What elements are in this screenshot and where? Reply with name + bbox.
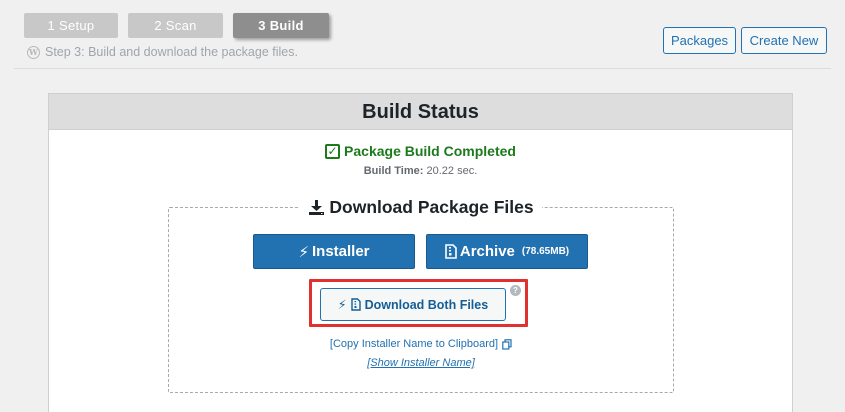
archive-size: (78.65MB) (521, 246, 570, 257)
copy-installer-name-link[interactable]: [Copy Installer Name to Clipboard] (169, 338, 673, 350)
copy-installer-name-text: [Copy Installer Name to Clipboard] (329, 338, 499, 350)
download-legend-text: Download Package Files (329, 197, 534, 217)
build-status-panel: Build Status ✓ Package Build Completed B… (48, 93, 793, 412)
download-legend: Download Package Files (169, 196, 673, 218)
build-status-line: ✓ Package Build Completed (49, 143, 792, 159)
wordpress-icon: W (27, 45, 40, 59)
installer-button-label: Installer (312, 243, 370, 260)
step-subtitle: W Step 3: Build and download the package… (27, 45, 298, 59)
download-both-files-button[interactable]: ⚡ Download Both Files (320, 288, 506, 321)
wizard-steps: 1 Setup 2 Scan 3 Build (24, 13, 339, 38)
header-divider (14, 68, 831, 69)
installer-download-button[interactable]: ⚡ Installer (253, 234, 415, 269)
create-new-button[interactable]: Create New (741, 27, 827, 54)
download-both-label: Download Both Files (364, 297, 489, 312)
show-installer-name-link[interactable]: [Show Installer Name] (169, 357, 673, 369)
build-time: Build Time: 20.22 sec. (49, 165, 792, 177)
file-zip-icon (350, 298, 361, 311)
archive-download-button[interactable]: Archive (78.65MB) (426, 234, 588, 269)
build-time-label: Build Time: (363, 165, 424, 177)
help-icon[interactable]: ? (510, 285, 521, 296)
step-subtitle-text: Step 3: Build and download the package f… (45, 45, 298, 59)
copy-icon (502, 338, 512, 350)
bolt-icon: ⚡ (298, 243, 309, 261)
build-time-value: 20.22 sec. (426, 165, 478, 177)
archive-button-label: Archive (459, 243, 515, 260)
download-icon (308, 199, 325, 216)
step-build: 3 Build (233, 13, 329, 38)
download-package-files-box: Download Package Files ⚡ Installer Archi… (168, 196, 674, 393)
file-zip-icon (445, 244, 457, 259)
panel-title: Build Status (49, 94, 792, 130)
packages-button[interactable]: Packages (663, 27, 736, 54)
bolt-icon: ⚡ (337, 298, 347, 312)
step-scan: 2 Scan (128, 13, 223, 38)
step-setup: 1 Setup (24, 13, 118, 38)
checkbox-checked-icon: ✓ (325, 143, 341, 159)
build-status-text: Package Build Completed (344, 143, 516, 159)
